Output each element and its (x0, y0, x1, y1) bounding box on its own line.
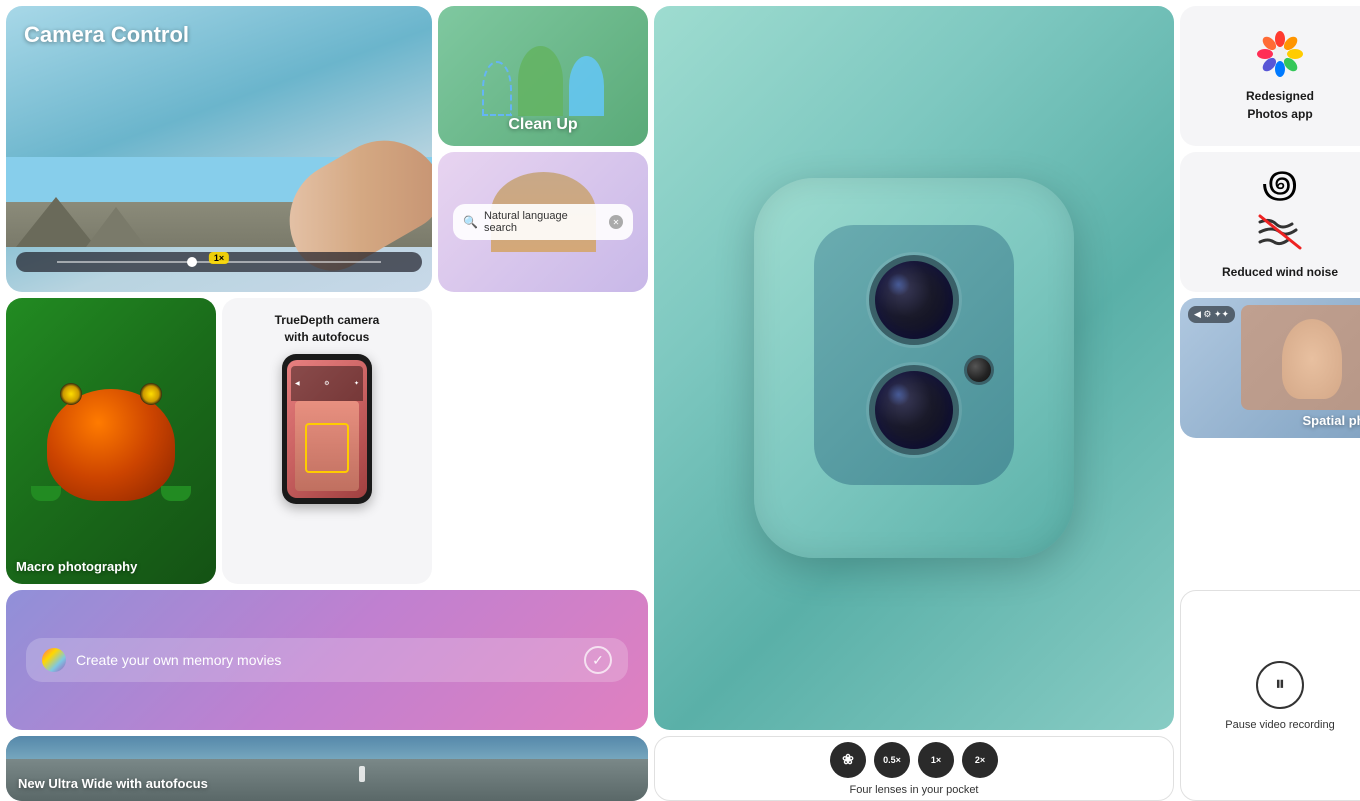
wind-noise-card: ꩜ Reduced wind noise (1180, 152, 1360, 292)
lens-badge-05x: 0.5× (874, 742, 910, 778)
four-lenses-card: 0.5× 1× 2× Four lenses in your pocket (654, 736, 1174, 801)
frog-container (6, 321, 216, 521)
lens-badge-1x: 1× (918, 742, 954, 778)
frog-body (47, 389, 175, 501)
person-outline (482, 61, 512, 116)
clean-up-label: Clean Up (508, 116, 577, 134)
frog-eye-left (60, 383, 82, 405)
frog-toe-right (161, 486, 191, 501)
memory-input-bar[interactable]: Create your own memory movies ✓ (26, 638, 628, 682)
ultra-wide-label: New Ultra Wide with autofocus (18, 776, 208, 791)
spatial-ui-text: ◀ ⚙ ✦✦ (1194, 309, 1229, 320)
mountain-left (16, 197, 96, 247)
natural-search-card: 🔍 Natural language search ✕ (438, 152, 648, 292)
truedepth-card: TrueDepth camerawith autofocus ◀ ⚙ ✦ (222, 298, 432, 584)
redesigned-photos-card: Redesigned Photos app (1180, 6, 1360, 146)
search-input-text: Natural language search (484, 210, 603, 234)
macro-card: Macro photography (6, 298, 216, 584)
clean-up-card: Clean Up (438, 6, 648, 146)
small-lens (964, 355, 994, 385)
pause-video-card: ⏸ Pause video recording (1180, 590, 1360, 801)
ultra-wide-card: New Ultra Wide with autofocus (6, 736, 648, 801)
search-icon: 🔍 (463, 215, 478, 229)
spatial-person-figure (1282, 319, 1342, 399)
spatial-ui-overlay: ◀ ⚙ ✦✦ (1188, 306, 1235, 323)
pause-video-label: Pause video recording (1217, 719, 1342, 731)
people-container (438, 14, 648, 116)
camera-control-card: Camera Control 1× (6, 6, 432, 292)
zoom-badge: 1× (209, 252, 229, 264)
redesigned-photos-label: Redesigned Photos app (1246, 89, 1314, 121)
wind-noise-label: Reduced wind noise (1222, 265, 1338, 279)
phone-mockup: ◀ ⚙ ✦ (282, 354, 372, 504)
frog-image (31, 341, 191, 501)
truedepth-label: TrueDepth camerawith autofocus (275, 312, 380, 346)
main-lens (869, 255, 959, 345)
main-grid: Camera Control 1× Clean Up 🔍 Natu (0, 0, 1360, 765)
photos-flower-icon (1255, 29, 1305, 79)
camera-body (754, 178, 1074, 558)
search-clear-button[interactable]: ✕ (609, 215, 623, 229)
memory-icon (42, 648, 66, 672)
detection-box (305, 423, 350, 472)
tulip-badge (830, 742, 866, 778)
secondary-lens (869, 365, 959, 455)
search-bar[interactable]: 🔍 Natural language search ✕ (453, 204, 633, 240)
portrait-in-phone (295, 401, 359, 491)
person-blue (569, 56, 604, 116)
phone-top-bar: ◀ ⚙ ✦ (291, 366, 363, 401)
frog-toe-left (31, 486, 61, 501)
lens-badge-2x: 2× (962, 742, 998, 778)
slider-dot (187, 257, 197, 267)
tiny-person-uw (359, 766, 365, 782)
memory-check-button[interactable]: ✓ (584, 646, 612, 674)
camera-module (814, 225, 1014, 485)
photos-icon (1255, 29, 1305, 79)
memory-text: Create your own memory movies (76, 652, 574, 668)
person-green (518, 46, 563, 116)
spatial-card: ◀ ⚙ ✦✦ Spatial photos and videos (1180, 298, 1360, 438)
main-camera-card (654, 6, 1174, 730)
phone-screen: ◀ ⚙ ✦ (287, 360, 367, 498)
wind-noise-icon: ꩜ (1262, 166, 1298, 204)
pause-button-icon: ⏸ (1256, 661, 1304, 709)
macro-label: Macro photography (16, 559, 137, 574)
mountain-right (86, 207, 146, 247)
four-lenses-label: Four lenses in your pocket (849, 784, 978, 796)
spatial-label: Spatial photos and videos (1302, 413, 1360, 428)
memory-movies-card: Create your own memory movies ✓ (6, 590, 648, 730)
frog-eye-right (140, 383, 162, 405)
camera-control-title: Camera Control (24, 22, 189, 48)
lens-badges-row: 0.5× 1× 2× (830, 742, 998, 778)
wind-icon-svg (1256, 212, 1304, 252)
